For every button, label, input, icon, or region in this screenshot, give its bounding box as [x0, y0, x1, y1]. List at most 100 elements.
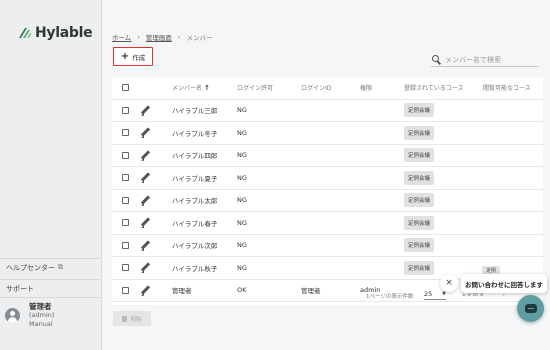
delete-label: 削除 [130, 316, 142, 323]
breadcrumb-home[interactable]: ホーム [112, 32, 131, 42]
column-header-login-id[interactable]: ログインID [301, 77, 331, 99]
support-label: サポート [6, 284, 34, 293]
brand-logo[interactable]: Hylable [18, 25, 93, 41]
member-name: ハイラブル太郎 [172, 197, 218, 206]
trash-icon [122, 315, 128, 322]
registered-course-cell: 定例会議 [404, 190, 435, 212]
column-header-viewable-courses: 閲覧可能なコース [483, 85, 531, 93]
column-header-login[interactable]: ログイン許可 [237, 77, 273, 99]
table-row[interactable]: ハイラブル次郎 NG 定例会議 [112, 235, 543, 257]
row-select-cell [122, 257, 129, 279]
member-name: ハイラブル春子 [172, 219, 218, 228]
registered-course-cell: 定例会議 [404, 235, 435, 257]
row-select-cell [122, 167, 129, 189]
course-chip: 定例会議 [404, 238, 435, 253]
login-permission: NG [237, 196, 247, 205]
row-edit-cell [140, 145, 151, 167]
course-chip: 定例会議 [404, 148, 435, 163]
pencil-icon[interactable] [140, 105, 151, 116]
login-permission: NG [237, 241, 247, 250]
caret-down-icon: ▼ [442, 291, 446, 297]
brand-name: Hylable [35, 25, 93, 41]
login-permission: NG [237, 218, 247, 227]
create-member-button[interactable]: + 作成 [113, 47, 153, 66]
table-row[interactable]: ハイラブル太郎 NG 定例会議 [112, 190, 543, 212]
login-permission: NG [237, 151, 247, 160]
login-permission: NG [237, 263, 247, 272]
row-checkbox[interactable] [122, 106, 129, 114]
registered-course-cell: 定例会議 [404, 212, 435, 234]
row-checkbox[interactable] [122, 219, 129, 227]
hylable-leaf-icon [19, 28, 32, 38]
table-row[interactable]: ハイラブル四郎 NG 定例会議 [112, 145, 543, 167]
chat-launcher-button[interactable] [517, 295, 544, 322]
registered-course-cell: 定例会議 [404, 122, 435, 144]
delete-button[interactable]: 削除 [113, 311, 151, 326]
course-chip: 定例会議 [404, 260, 435, 275]
registered-course-cell: 定例会議 [404, 100, 435, 122]
help-center-link[interactable]: ヘルプセンター ⧉ [0, 258, 102, 276]
rows-per-page-select[interactable]: 25 ▼ [424, 289, 446, 300]
column-header-role[interactable]: 権限 [360, 77, 372, 99]
member-table: メンバー名 ↑ ログイン許可 ログインID 権限 登録されているコース 閲覧可能… [112, 77, 543, 305]
registered-course-cell: 定例会議 [404, 145, 435, 167]
pencil-icon[interactable] [140, 150, 151, 161]
chat-icon [524, 304, 537, 313]
pencil-icon[interactable] [140, 240, 151, 251]
login-permission: NG [237, 106, 247, 115]
row-checkbox[interactable] [122, 264, 129, 272]
pencil-icon[interactable] [140, 217, 151, 229]
pencil-icon[interactable] [140, 195, 151, 206]
select-all-checkbox[interactable] [122, 84, 129, 92]
sort-ascending-icon: ↑ [204, 83, 210, 92]
breadcrumb-current: メンバー [186, 34, 213, 42]
row-checkbox[interactable] [122, 129, 129, 137]
column-header-name[interactable]: メンバー名 ↑ [172, 77, 210, 99]
person-icon [5, 308, 20, 323]
row-checkbox[interactable] [122, 151, 129, 159]
row-select-cell [122, 100, 129, 122]
chat-close-button[interactable]: × [440, 274, 458, 292]
course-chip: 定例会議 [404, 125, 435, 140]
row-checkbox[interactable] [122, 196, 129, 204]
row-checkbox[interactable] [122, 174, 129, 182]
user-profile[interactable]: 管理者 (admin) Manual [0, 297, 102, 350]
table-header: メンバー名 ↑ ログイン許可 ログインID 権限 登録されているコース 閲覧可能… [112, 77, 543, 100]
table-row[interactable]: ハイラブル春子 NG 定例会議 [112, 212, 543, 235]
row-edit-cell [140, 100, 151, 122]
row-edit-cell [140, 190, 151, 212]
support-link[interactable]: サポート [0, 279, 102, 297]
help-center-label: ヘルプセンター [6, 263, 55, 272]
member-name: ハイラブル秋子 [172, 264, 218, 273]
course-chip: 定例会議 [404, 193, 435, 208]
row-select-cell [122, 212, 129, 234]
member-name: ハイラブル夏子 [172, 174, 218, 183]
row-edit-cell [140, 122, 151, 144]
pencil-icon[interactable] [140, 127, 151, 139]
user-role: Manual [29, 320, 53, 328]
table-row[interactable]: ハイラブル三郎 NG 定例会議 [112, 100, 543, 122]
member-name: ハイラブル三郎 [172, 107, 218, 116]
row-checkbox[interactable] [122, 241, 129, 249]
table-row[interactable]: ハイラブル冬子 NG 定例会議 [112, 122, 543, 145]
pencil-icon[interactable] [140, 172, 151, 184]
chat-message: お問い合わせに回答します [465, 280, 543, 289]
breadcrumb-admin[interactable]: 管理画面 [146, 32, 172, 42]
plus-icon: + [120, 50, 130, 62]
row-edit-cell [140, 167, 151, 189]
column-header-registered-courses: 登録されているコース [404, 85, 464, 93]
row-select-cell [122, 122, 129, 144]
user-id: (admin) [29, 311, 55, 319]
member-name: ハイラブル四郎 [172, 152, 218, 161]
member-search-input[interactable] [445, 56, 537, 64]
pencil-icon[interactable] [140, 262, 151, 274]
login-permission: NG [237, 173, 247, 182]
member-name: ハイラブル冬子 [172, 129, 218, 138]
row-edit-cell [140, 257, 151, 279]
breadcrumb-separator: › [177, 33, 181, 41]
create-label: 作成 [132, 53, 146, 62]
table-row[interactable]: ハイラブル夏子 NG 定例会議 [112, 167, 543, 190]
search-icon [431, 55, 441, 65]
registered-course-cell: 定例会議 [404, 257, 435, 279]
chat-message-bubble[interactable]: お問い合わせに回答します [461, 274, 547, 293]
